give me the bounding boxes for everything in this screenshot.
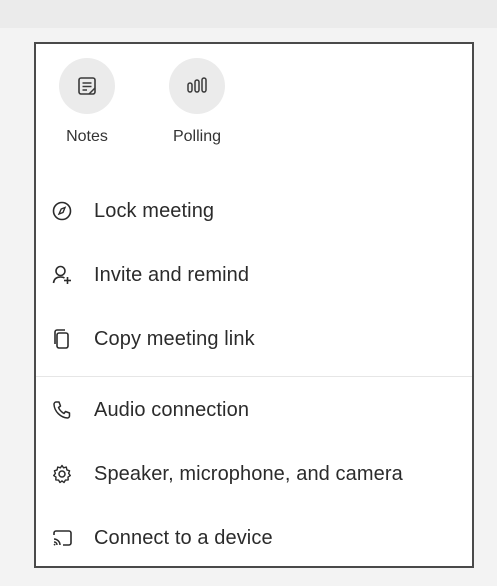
menu-item-connect-to-device[interactable]: Connect to a device [36, 511, 472, 565]
phone-icon [50, 398, 74, 422]
menu-item-invite-and-remind[interactable]: Invite and remind [36, 248, 472, 302]
lock-icon [50, 199, 74, 223]
polling-icon [169, 58, 225, 114]
meeting-options-panel: Notes Polling Lock meeting Invite and re… [34, 42, 474, 568]
menu-divider [36, 376, 472, 377]
app-tile-notes[interactable]: Notes [46, 58, 128, 178]
gear-icon [50, 462, 74, 486]
window-top-strip [0, 0, 497, 28]
menu-item-label: Copy meeting link [94, 327, 255, 350]
menu-item-audio-connection[interactable]: Audio connection [36, 383, 472, 437]
app-label-notes: Notes [66, 128, 108, 145]
cast-icon [50, 526, 74, 550]
app-label-polling: Polling [172, 128, 222, 145]
copy-icon [50, 327, 74, 351]
menu-item-label: Speaker, microphone, and camera [94, 462, 403, 485]
person-add-icon [50, 263, 74, 287]
menu-item-copy-meeting-link[interactable]: Copy meeting link [36, 312, 472, 366]
notes-icon [59, 58, 115, 114]
menu-item-device-settings[interactable]: Speaker, microphone, and camera [36, 447, 472, 501]
menu-item-label: Audio connection [94, 398, 250, 421]
menu-item-label: Connect to a device [94, 526, 273, 549]
menu-item-label: Invite and remind [94, 263, 250, 286]
menu-item-lock-meeting[interactable]: Lock meeting [36, 184, 472, 238]
menu-item-label: Lock meeting [94, 199, 215, 222]
app-tile-polling[interactable]: Polling [156, 58, 238, 178]
